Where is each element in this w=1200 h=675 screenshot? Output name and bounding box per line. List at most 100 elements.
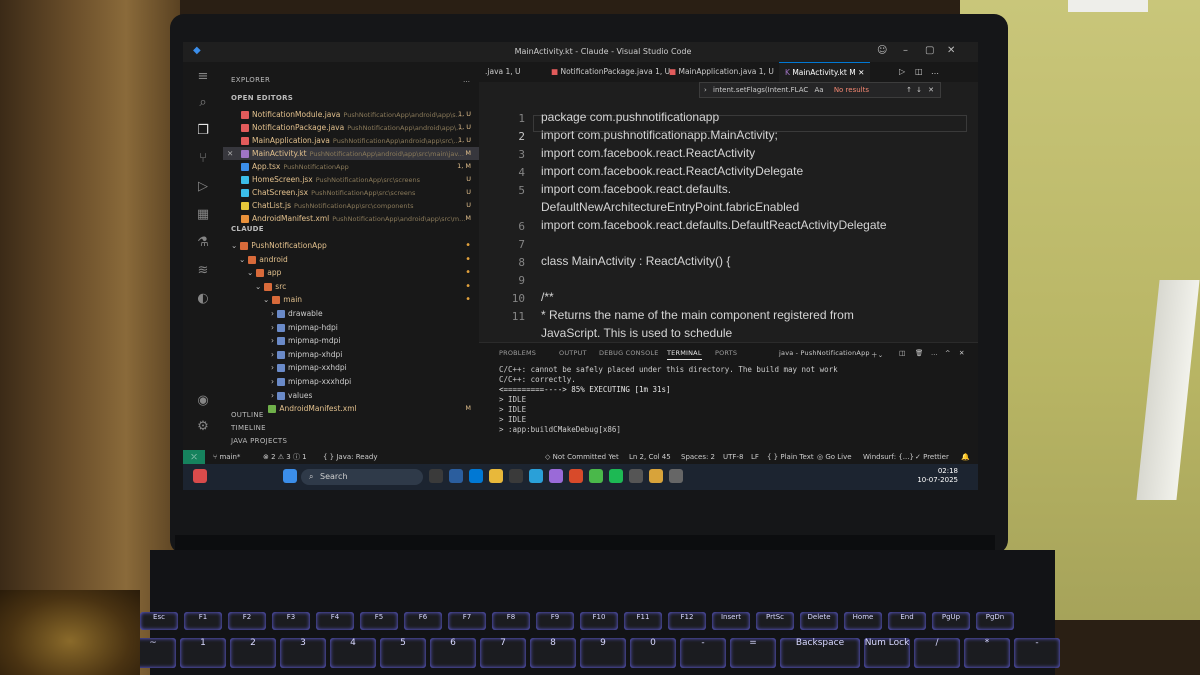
tree-item[interactable]: ⌄ android • (223, 253, 479, 266)
code-editor[interactable]: 1 package com.pushnotificationapp 2 import … (479, 82, 978, 342)
source-control-icon[interactable]: ⑂ (194, 150, 212, 168)
code-line[interactable]: import com.facebook.react.defaults.Defau… (541, 218, 887, 232)
find-widget[interactable]: › intent.setFlags(Intent.FLAC Aa No resu… (699, 82, 941, 98)
code-line[interactable]: DefaultNewArchitectureEntryPoint.fabricE… (541, 200, 799, 214)
tree-item[interactable]: › drawable (223, 307, 479, 320)
code-line[interactable]: JavaScript. This is used to schedule (541, 326, 732, 340)
tab-ports[interactable]: PORTS (715, 349, 737, 357)
code-line[interactable]: /** (541, 290, 554, 304)
tree-item[interactable]: › mipmap-hdpi (223, 321, 479, 334)
problems-count[interactable]: ⊗ 2 ⚠ 3 ⓘ 1 (263, 450, 307, 464)
key[interactable]: = (730, 638, 776, 668)
key[interactable]: 5 (380, 638, 426, 668)
taskbar-search[interactable]: ⌕ Search (301, 469, 423, 485)
app-icon[interactable] (649, 469, 663, 483)
key[interactable]: Esc (140, 612, 178, 630)
key[interactable]: Num Lock (864, 638, 910, 668)
remote-explorer-icon[interactable]: ◐ (194, 290, 212, 308)
chrome-icon[interactable] (589, 469, 603, 483)
language-mode[interactable]: { } Plain Text (767, 450, 814, 464)
minimize-button[interactable]: – (903, 45, 908, 56)
edge-icon[interactable] (529, 469, 543, 483)
key[interactable]: F3 (272, 612, 310, 630)
steam-icon[interactable] (449, 469, 463, 483)
key[interactable]: Insert (712, 612, 750, 630)
next-match-icon[interactable]: ↓ (916, 83, 922, 97)
file-explorer-icon[interactable] (489, 469, 503, 483)
close-tab-icon[interactable]: ✕ (858, 68, 864, 77)
key[interactable]: 7 (480, 638, 526, 668)
key[interactable]: 1 (180, 638, 226, 668)
git-branch[interactable]: ⑂ main* (213, 450, 240, 464)
widgets-icon[interactable] (193, 469, 207, 483)
vscode-taskbar-icon[interactable] (469, 469, 483, 483)
windsurf-icon[interactable]: ≋ (194, 262, 212, 280)
windsurf-status[interactable]: Windsurf: {...} (863, 450, 914, 464)
find-input[interactable]: intent.setFlags(Intent.FLAC (713, 86, 808, 94)
close-find-icon[interactable]: ✕ (928, 83, 934, 97)
open-editor-item[interactable]: ✕ MainActivity.kt PushNotificationApp\andr… (223, 147, 479, 160)
workspace-header[interactable]: CLAUDE (231, 225, 264, 233)
key[interactable]: F10 (580, 612, 618, 630)
code-line[interactable]: * Returns the name of the main component… (541, 308, 854, 322)
key[interactable]: Delete (800, 612, 838, 630)
key[interactable]: F5 (360, 612, 398, 630)
more-actions-icon[interactable]: … (463, 76, 470, 84)
key[interactable]: 3 (280, 638, 326, 668)
key[interactable]: PrtSc (756, 612, 794, 630)
key[interactable]: - (1014, 638, 1060, 668)
app-icon[interactable] (629, 469, 643, 483)
key[interactable]: 6 (430, 638, 476, 668)
key[interactable]: F1 (184, 612, 222, 630)
maximize-panel-icon[interactable]: ^ (945, 349, 951, 357)
tab-mainapplication[interactable]: ■ MainApplication.java 1, U (663, 62, 780, 82)
key[interactable]: * (964, 638, 1010, 668)
explorer-icon[interactable]: ❐ (194, 122, 212, 140)
run-debug-icon[interactable]: ▷ (194, 178, 212, 196)
key[interactable]: F6 (404, 612, 442, 630)
open-editor-item[interactable]: NotificationModule.java PushNotificationA… (223, 108, 479, 121)
maximize-button[interactable]: ▢ (925, 45, 934, 56)
tree-item[interactable]: › mipmap-xxhdpi (223, 361, 479, 374)
code-line[interactable]: class MainActivity : ReactActivity() { (541, 254, 730, 268)
code-line[interactable]: import com.pushnotificationapp.MainActiv… (541, 128, 778, 142)
tree-item[interactable]: › values (223, 389, 479, 402)
start-icon[interactable] (283, 469, 297, 483)
key[interactable]: / (914, 638, 960, 668)
terminal-line[interactable]: <=========----> 85% EXECUTING [1m 31s] (499, 385, 671, 394)
key[interactable]: F9 (536, 612, 574, 630)
remote-indicator-icon[interactable]: ⤫ (183, 450, 205, 464)
key[interactable]: F8 (492, 612, 530, 630)
close-editor-icon[interactable]: ✕ (227, 147, 241, 160)
open-editor-item[interactable]: ChatScreen.jsx PushNotificationApp\src\sc… (223, 186, 479, 199)
key[interactable]: F4 (316, 612, 354, 630)
code-line[interactable]: import com.facebook.react.ReactActivityD… (541, 164, 803, 178)
terminal-line[interactable]: > :app:buildCMakeDebug[x86] (499, 425, 621, 434)
open-editor-item[interactable]: ChatList.js PushNotificationApp\src\compo… (223, 199, 479, 212)
encoding[interactable]: UTF-8 (723, 450, 743, 464)
cursor-position[interactable]: Ln 2, Col 45 (629, 450, 671, 464)
tab-problems[interactable]: PROBLEMS (499, 349, 536, 357)
key[interactable]: 9 (580, 638, 626, 668)
git-blame[interactable]: ◇ Not Committed Yet (545, 450, 619, 464)
store-icon[interactable] (569, 469, 583, 483)
settings-gear-icon[interactable]: ⚙ (194, 418, 212, 436)
notifications-icon[interactable]: 🔔 (961, 450, 970, 464)
tab-mainactivity[interactable]: K MainActivity.kt M ✕ (779, 62, 871, 83)
tree-item[interactable]: ⌄ src • (223, 280, 479, 293)
tab-notificationpackage[interactable]: ■ NotificationPackage.java 1, U (545, 62, 676, 82)
tab-notificationmodule[interactable]: .java 1, U (479, 62, 527, 82)
tree-item[interactable]: ⌄ main • (223, 293, 479, 306)
previous-match-icon[interactable]: ↑ (906, 83, 912, 97)
search-icon[interactable]: ⌕ (194, 94, 212, 112)
system-clock[interactable]: 02:18 10-07-2025 (917, 467, 958, 485)
terminal-line[interactable]: > IDLE (499, 415, 526, 424)
copilot-icon[interactable]: ☺ (877, 45, 887, 56)
tree-item[interactable]: ⌄ app • (223, 266, 479, 279)
tree-item[interactable]: › mipmap-xhdpi (223, 348, 479, 361)
java-status[interactable]: { } Java: Ready (323, 450, 377, 464)
go-live-button[interactable]: ◎ Go Live (817, 450, 852, 464)
more-actions-icon[interactable]: … (931, 67, 939, 76)
terminal-line[interactable]: C/C++: correctly. (499, 375, 576, 384)
split-terminal-icon[interactable]: ◫ (899, 349, 905, 357)
